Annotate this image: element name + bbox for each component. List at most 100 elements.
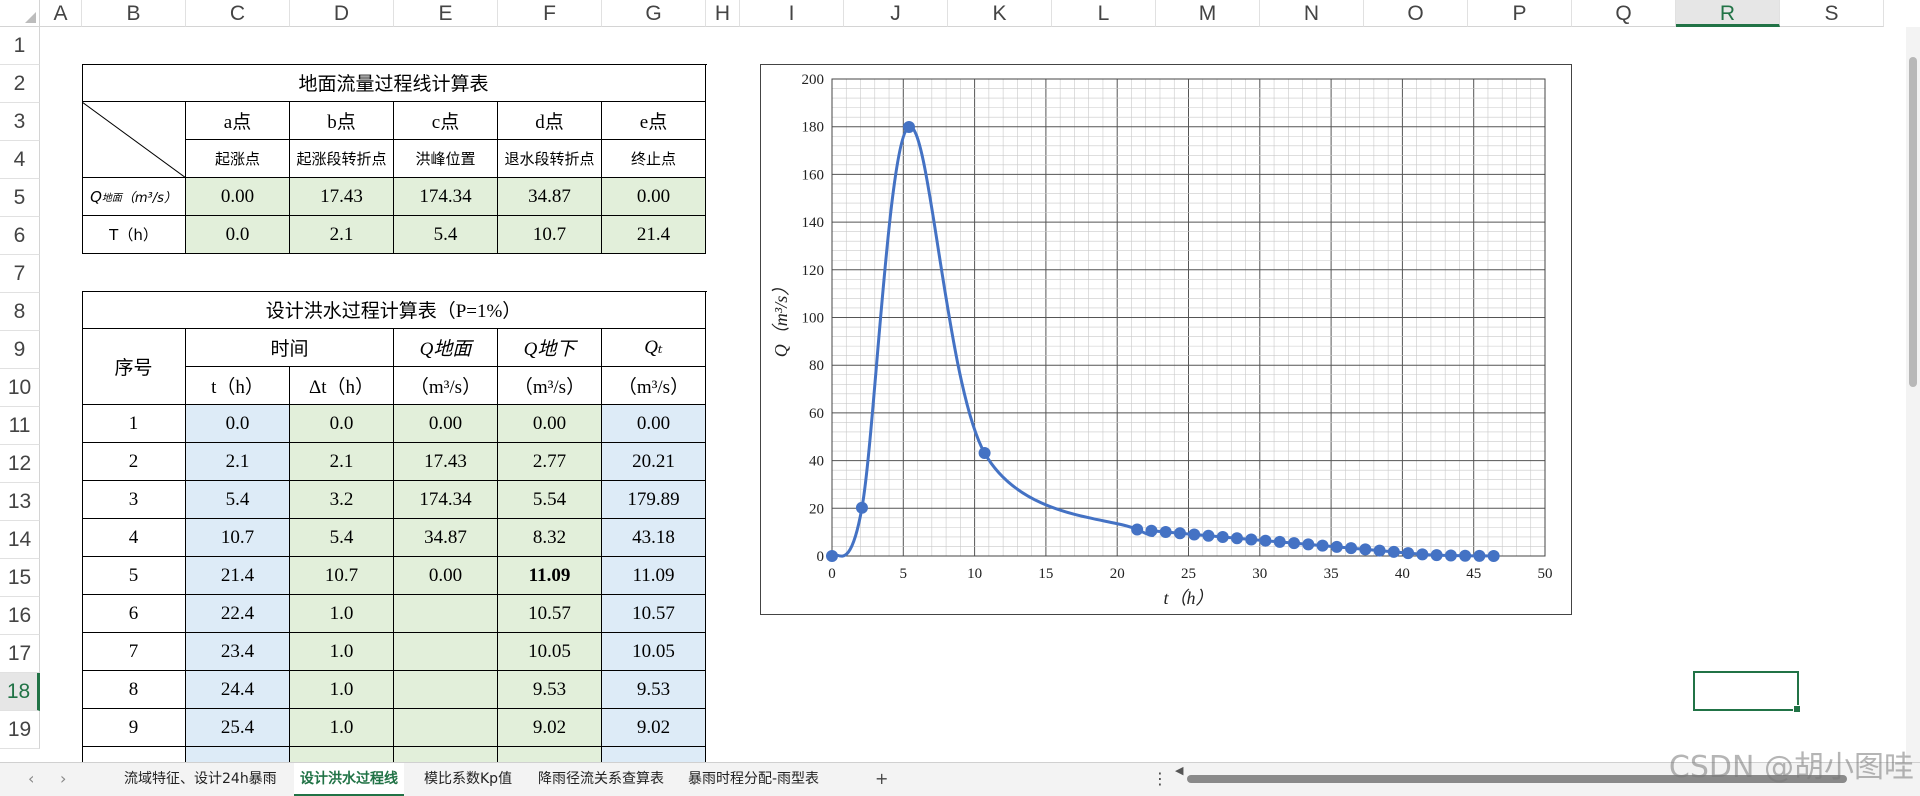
column-header-S[interactable]: S <box>1780 0 1884 27</box>
header-unit-0: （m³/s） <box>394 367 498 405</box>
sheet-tab-2[interactable]: 设计洪水过程线 <box>294 763 404 796</box>
flood-cell-qt: 20.21 <box>602 443 706 481</box>
select-all-corner[interactable] <box>0 0 40 27</box>
header-q-sub: Q地下 <box>498 329 602 367</box>
flood-hydrograph-chart[interactable]: 0 5 10 15 20 25 30 35 40 45 50 0 20 40 60 80 100 120 140 16… <box>760 64 1572 615</box>
y-tick-label: 120 <box>802 263 825 279</box>
column-header-K[interactable]: K <box>948 0 1052 27</box>
prev-sheet-button[interactable]: ‹ <box>28 763 34 796</box>
flood-cell-t: 23.4 <box>186 633 290 671</box>
flood-cell-dt: 1.0 <box>290 709 394 747</box>
next-sheet-button[interactable]: › <box>60 763 66 796</box>
data-point <box>1230 532 1243 545</box>
flood-cell-t: 10.7 <box>186 519 290 557</box>
vertical-scroll-thumb[interactable] <box>1909 57 1917 387</box>
column-header-I[interactable]: I <box>740 0 844 27</box>
header-q-total: Qₜ <box>602 329 706 367</box>
column-header-N[interactable]: N <box>1260 0 1364 27</box>
column-header-Q[interactable]: Q <box>1572 0 1676 27</box>
flood-cell-dt: 2.1 <box>290 443 394 481</box>
sheet-tab-5[interactable]: 暴雨时程分配-雨型表 <box>688 763 819 796</box>
flood-cell-qt: 43.18 <box>602 519 706 557</box>
flood-cell-qs: 17.43 <box>394 443 498 481</box>
row-header-16[interactable]: 16 <box>0 597 40 635</box>
flood-cell-qs: 0.00 <box>394 557 498 595</box>
row-header-1[interactable]: 1 <box>0 27 40 65</box>
row-header-12[interactable]: 12 <box>0 445 40 483</box>
data-point <box>1173 527 1186 540</box>
flood-cell-qg: 5.54 <box>498 481 602 519</box>
row-header-9[interactable]: 9 <box>0 331 40 369</box>
row-header-6[interactable]: 6 <box>0 217 40 255</box>
data-point <box>1387 545 1400 558</box>
data-point <box>1487 550 1500 562</box>
flood-cell-partial <box>82 747 186 762</box>
point-label-2: c点 <box>394 102 498 140</box>
column-header-D[interactable]: D <box>290 0 394 27</box>
row-header-13[interactable]: 13 <box>0 483 40 521</box>
q-surface-label: Q 地面 （m³/s） <box>82 178 186 216</box>
sheet-tab-1[interactable]: 流域特征、设计24h暴雨 <box>124 763 277 796</box>
flood-cell-n: 9 <box>82 709 186 747</box>
flood-cell-qs: 34.87 <box>394 519 498 557</box>
x-tick-label: 40 <box>1395 566 1410 582</box>
add-sheet-button[interactable]: + <box>875 763 888 796</box>
column-header-A[interactable]: A <box>40 0 82 27</box>
y-tick-label: 20 <box>809 501 824 517</box>
row-header-7[interactable]: 7 <box>0 255 40 293</box>
column-header-E[interactable]: E <box>394 0 498 27</box>
column-header-J[interactable]: J <box>844 0 948 27</box>
row-header-17[interactable]: 17 <box>0 635 40 673</box>
column-header-P[interactable]: P <box>1468 0 1572 27</box>
column-header-M[interactable]: M <box>1156 0 1260 27</box>
flood-cell-partial <box>186 747 290 762</box>
column-header-B[interactable]: B <box>82 0 186 27</box>
row-header-2[interactable]: 2 <box>0 65 40 103</box>
t-value-4: 21.4 <box>602 216 706 254</box>
flood-cell-qt: 179.89 <box>602 481 706 519</box>
y-axis-label: Q（m³/s） <box>771 278 791 357</box>
row-header-3[interactable]: 3 <box>0 103 40 141</box>
selected-cell-R18[interactable] <box>1693 671 1801 713</box>
column-header-H[interactable]: H <box>706 0 740 27</box>
column-header-R[interactable]: R <box>1676 0 1780 27</box>
q-value-4: 0.00 <box>602 178 706 216</box>
vertical-scrollbar[interactable] <box>1906 27 1920 762</box>
x-tick-label: 15 <box>1038 566 1053 582</box>
column-header-F[interactable]: F <box>498 0 602 27</box>
row-header-18[interactable]: 18 <box>0 673 40 711</box>
point-description-2: 洪峰位置 <box>394 140 498 178</box>
row-header-10[interactable]: 10 <box>0 369 40 407</box>
column-header-G[interactable]: G <box>602 0 706 27</box>
column-header-C[interactable]: C <box>186 0 290 27</box>
flood-cell-qt: 9.02 <box>602 709 706 747</box>
row-header-4[interactable]: 4 <box>0 141 40 179</box>
y-tick-label: 0 <box>817 549 825 565</box>
row-header-15[interactable]: 15 <box>0 559 40 597</box>
column-header-L[interactable]: L <box>1052 0 1156 27</box>
watermark-text: CSDN @胡小图哇 <box>1668 750 1914 785</box>
header-unit-2: （m³/s） <box>602 367 706 405</box>
flood-cell-n: 7 <box>82 633 186 671</box>
sheet-tab-3[interactable]: 模比系数Kp值 <box>424 763 512 796</box>
y-tick-label: 200 <box>802 72 825 88</box>
flood-cell-qt: 10.57 <box>602 595 706 633</box>
flood-cell-qt: 11.09 <box>602 557 706 595</box>
q-label-main: Q <box>90 187 102 206</box>
more-options-icon[interactable]: ⋮ <box>1152 763 1168 796</box>
point-description-4: 终止点 <box>602 140 706 178</box>
row-header-19[interactable]: 19 <box>0 711 40 749</box>
scroll-left-icon[interactable]: ◀ <box>1175 764 1183 777</box>
row-header-11[interactable]: 11 <box>0 407 40 445</box>
x-tick-label: 30 <box>1252 566 1267 582</box>
data-point <box>1216 530 1229 543</box>
flood-table-title: 设计洪水过程计算表（P=1%） <box>82 291 706 329</box>
row-header-8[interactable]: 8 <box>0 293 40 331</box>
column-header-O[interactable]: O <box>1364 0 1468 27</box>
row-header-5[interactable]: 5 <box>0 179 40 217</box>
flood-cell-t: 5.4 <box>186 481 290 519</box>
sheet-tab-4[interactable]: 降雨径流关系查算表 <box>538 763 664 796</box>
row-header-14[interactable]: 14 <box>0 521 40 559</box>
data-point <box>1145 524 1158 537</box>
spreadsheet-grid[interactable]: ABCDEFGHIJKLMNOPQRS 1 2 3 4 5 6 7 8 9 10 11 12 13 14 1… <box>0 0 1920 795</box>
